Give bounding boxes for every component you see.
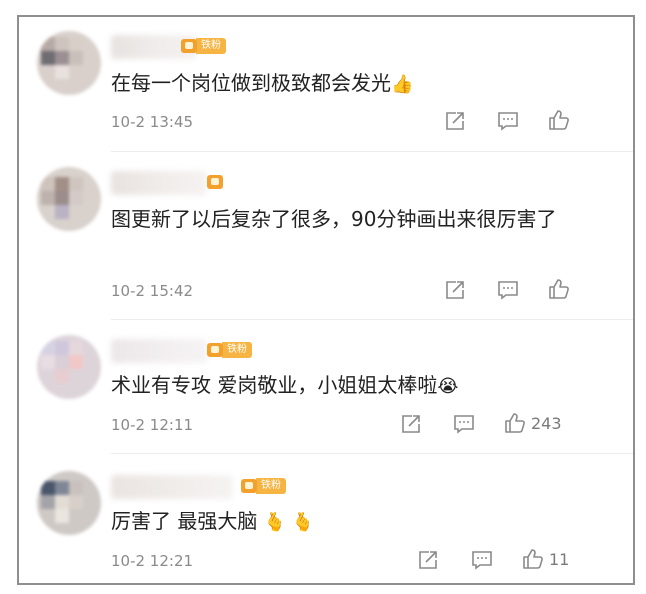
like-icon [549, 110, 569, 130]
username-blurred[interactable] [111, 339, 207, 363]
comment-time: 10-2 12:21 [111, 552, 194, 570]
comment-list: 铁粉 在每一个岗位做到极致都会发光👍 10-2 13:45 图更新了以后复杂了很… [17, 15, 635, 585]
divider [111, 319, 633, 320]
crying-face-emoji: 😭 [437, 375, 459, 397]
share-icon [419, 551, 437, 569]
share-button[interactable] [444, 279, 466, 301]
comment-item: 铁粉 在每一个岗位做到极致都会发光👍 10-2 13:45 [19, 17, 633, 157]
badge-icon [181, 39, 197, 53]
like-icon [523, 549, 543, 569]
comment-text: 厉害了 最强大脑 🫰 🫰 [111, 509, 315, 533]
comment-text: 在每一个岗位做到极致都会发光👍 [111, 71, 414, 95]
share-button[interactable] [417, 549, 439, 571]
comment-item: 铁粉 厉害了 最强大脑 🫰 🫰 10-2 12:21 11 [19, 459, 633, 583]
share-icon [446, 281, 464, 299]
badge-icon [207, 175, 223, 189]
fan-badge: 铁粉 [181, 37, 226, 55]
like-button[interactable]: 243 [503, 411, 562, 435]
comment-button[interactable] [497, 110, 519, 132]
fan-badge [207, 173, 223, 191]
avatar[interactable] [37, 167, 101, 231]
comment-button[interactable] [497, 279, 519, 301]
username-blurred[interactable] [111, 475, 233, 499]
avatar[interactable] [37, 471, 101, 535]
like-button[interactable] [547, 277, 575, 301]
thumbs-up-emoji: 👍 [391, 73, 414, 95]
comment-icon [472, 551, 492, 570]
comment-text: 图更新了以后复杂了很多，90分钟画出来很厉害了 [111, 207, 557, 231]
fan-badge: 铁粉 [241, 477, 286, 495]
comment-time: 10-2 15:42 [111, 282, 194, 300]
comment-item: 铁粉 术业有专攻 爱岗敬业，小姐姐太棒啦😭 10-2 12:11 243 [19, 323, 633, 461]
like-count: 11 [549, 549, 570, 569]
comment-icon [498, 281, 518, 300]
like-button[interactable]: 11 [521, 547, 569, 571]
like-button[interactable] [547, 108, 575, 132]
finger-heart-emoji: 🫰 🫰 [263, 511, 315, 533]
comment-time: 10-2 13:45 [111, 113, 194, 131]
comment-item: 图更新了以后复杂了很多，90分钟画出来很厉害了 10-2 15:42 [19, 155, 633, 325]
avatar[interactable] [37, 31, 101, 95]
comment-icon [454, 415, 474, 434]
badge-icon [207, 343, 223, 357]
share-button[interactable] [444, 110, 466, 132]
comment-time: 10-2 12:11 [111, 416, 194, 434]
avatar[interactable] [37, 335, 101, 399]
comment-text: 术业有专攻 爱岗敬业，小姐姐太棒啦😭 [111, 373, 459, 397]
comment-button[interactable] [453, 413, 475, 435]
fan-badge: 铁粉 [207, 341, 252, 359]
divider [111, 151, 633, 152]
like-count: 243 [531, 413, 562, 433]
share-button[interactable] [400, 413, 422, 435]
share-icon [402, 415, 420, 433]
comment-icon [498, 112, 518, 131]
like-icon [549, 279, 569, 299]
share-icon [446, 112, 464, 130]
badge-icon [241, 479, 257, 493]
divider [111, 453, 633, 454]
username-blurred[interactable] [111, 171, 207, 195]
comment-button[interactable] [471, 549, 493, 571]
like-icon [505, 413, 525, 433]
